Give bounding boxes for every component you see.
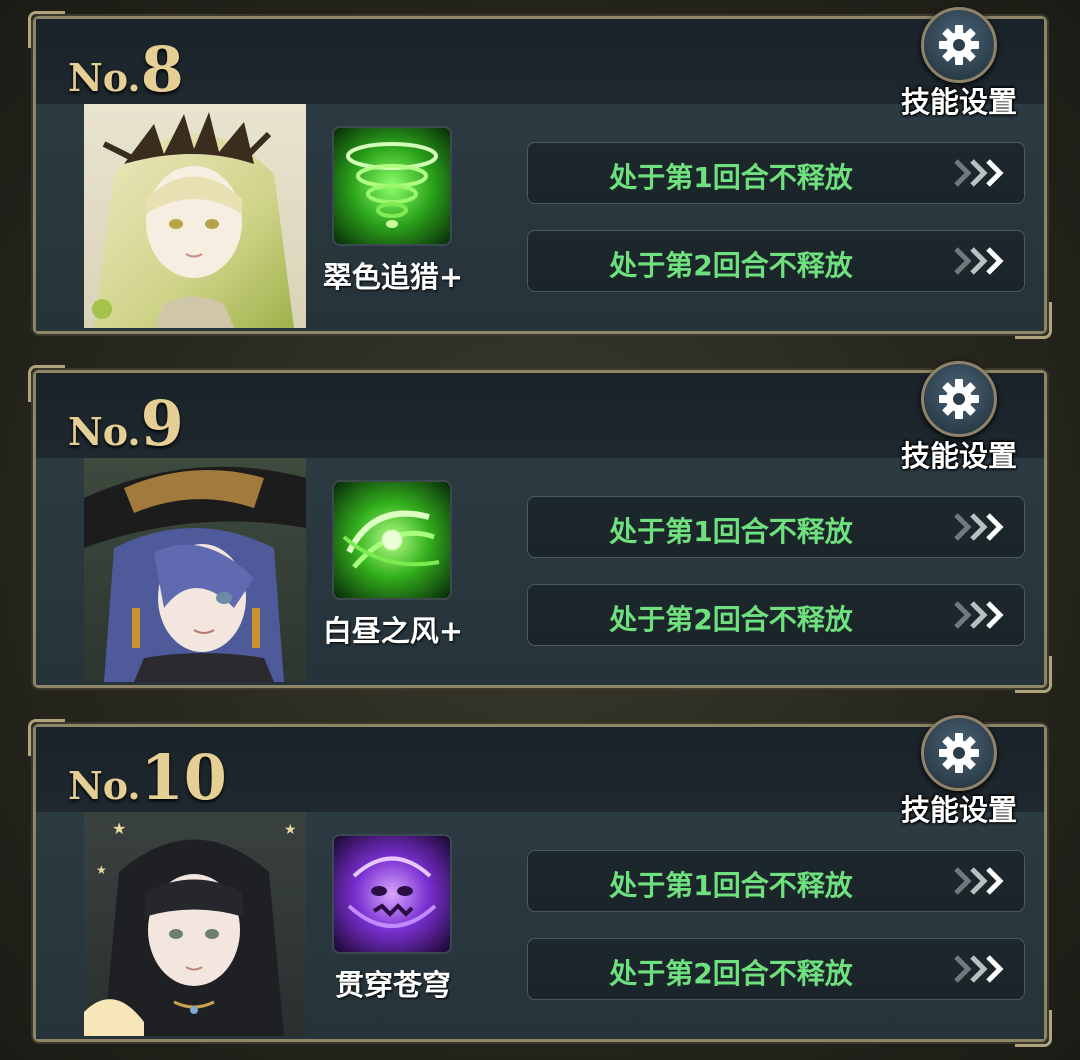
skill-icon[interactable]: [332, 480, 452, 600]
card-header: No.8: [36, 19, 1044, 106]
skill-name: 贯穿苍穹: [334, 968, 451, 1002]
skill-icon[interactable]: [332, 126, 452, 246]
skill-slot-2[interactable]: 处于第2回合不释放: [527, 938, 1025, 1000]
slot-label: 处于第1回合不释放: [609, 161, 853, 194]
card-content: ★ ★ ★ 贯穿苍穹 处于第1回合不释放 处于第2回合不释放: [36, 812, 1044, 1039]
skill-settings-button[interactable]: 技能设置: [896, 7, 1022, 119]
skill-slot-2[interactable]: 处于第2回合不释放: [527, 230, 1025, 292]
character-portrait[interactable]: [84, 458, 306, 682]
skill-settings-button[interactable]: 技能设置: [896, 361, 1022, 473]
character-card-10: No.10 ★ ★ ★ 贯穿苍穹 处于第1回合不释放 处于第2回合不释放 技能设…: [28, 715, 1052, 1047]
card-content: 翠色追猎+ 处于第1回合不释放 处于第2回合不释放: [36, 104, 1044, 331]
skill-slot-1[interactable]: 处于第1回合不释放: [527, 142, 1025, 204]
triple-chevron-icon: [954, 955, 1004, 983]
slot-label: 处于第1回合不释放: [609, 869, 853, 902]
settings-label: 技能设置: [900, 793, 1017, 827]
skill-name: 翠色追猎+: [322, 260, 464, 294]
card-content: 白昼之风+ 处于第1回合不释放 处于第2回合不释放: [36, 458, 1044, 685]
settings-label: 技能设置: [900, 85, 1017, 119]
skill-icon[interactable]: [332, 834, 452, 954]
skill-name: 白昼之风+: [322, 614, 464, 648]
svg-text:★: ★: [112, 819, 126, 838]
triple-chevron-icon: [954, 247, 1004, 275]
character-portrait[interactable]: [84, 104, 306, 328]
svg-text:★: ★: [96, 863, 107, 877]
svg-text:★: ★: [284, 822, 297, 838]
triple-chevron-icon: [954, 513, 1004, 541]
settings-label: 技能设置: [900, 439, 1017, 473]
gear-icon: [921, 715, 997, 791]
character-number: No.9: [68, 387, 184, 460]
character-card-8: No.8 翠色追猎+ 处于第1回合不释放 处于第2回合不释放 技能设置: [28, 7, 1052, 339]
character-number: No.8: [68, 33, 184, 106]
triple-chevron-icon: [954, 159, 1004, 187]
character-number: No.10: [68, 741, 227, 814]
card-header: No.9: [36, 373, 1044, 460]
triple-chevron-icon: [954, 867, 1004, 895]
character-card-9: No.9 白昼之风+ 处于第1回合不释放 处于第2回合不释放 技能设置: [28, 361, 1052, 693]
gear-icon: [921, 7, 997, 83]
skill-slot-1[interactable]: 处于第1回合不释放: [527, 496, 1025, 558]
gear-icon: [921, 361, 997, 437]
skill-slot-2[interactable]: 处于第2回合不释放: [527, 584, 1025, 646]
triple-chevron-icon: [954, 601, 1004, 629]
slot-label: 处于第2回合不释放: [609, 603, 853, 636]
slot-label: 处于第1回合不释放: [609, 515, 853, 548]
card-header: No.10: [36, 727, 1044, 814]
character-portrait[interactable]: ★ ★ ★: [84, 812, 306, 1036]
skill-slot-1[interactable]: 处于第1回合不释放: [527, 850, 1025, 912]
skill-settings-button[interactable]: 技能设置: [896, 715, 1022, 827]
slot-label: 处于第2回合不释放: [609, 957, 853, 990]
slot-label: 处于第2回合不释放: [609, 249, 853, 282]
